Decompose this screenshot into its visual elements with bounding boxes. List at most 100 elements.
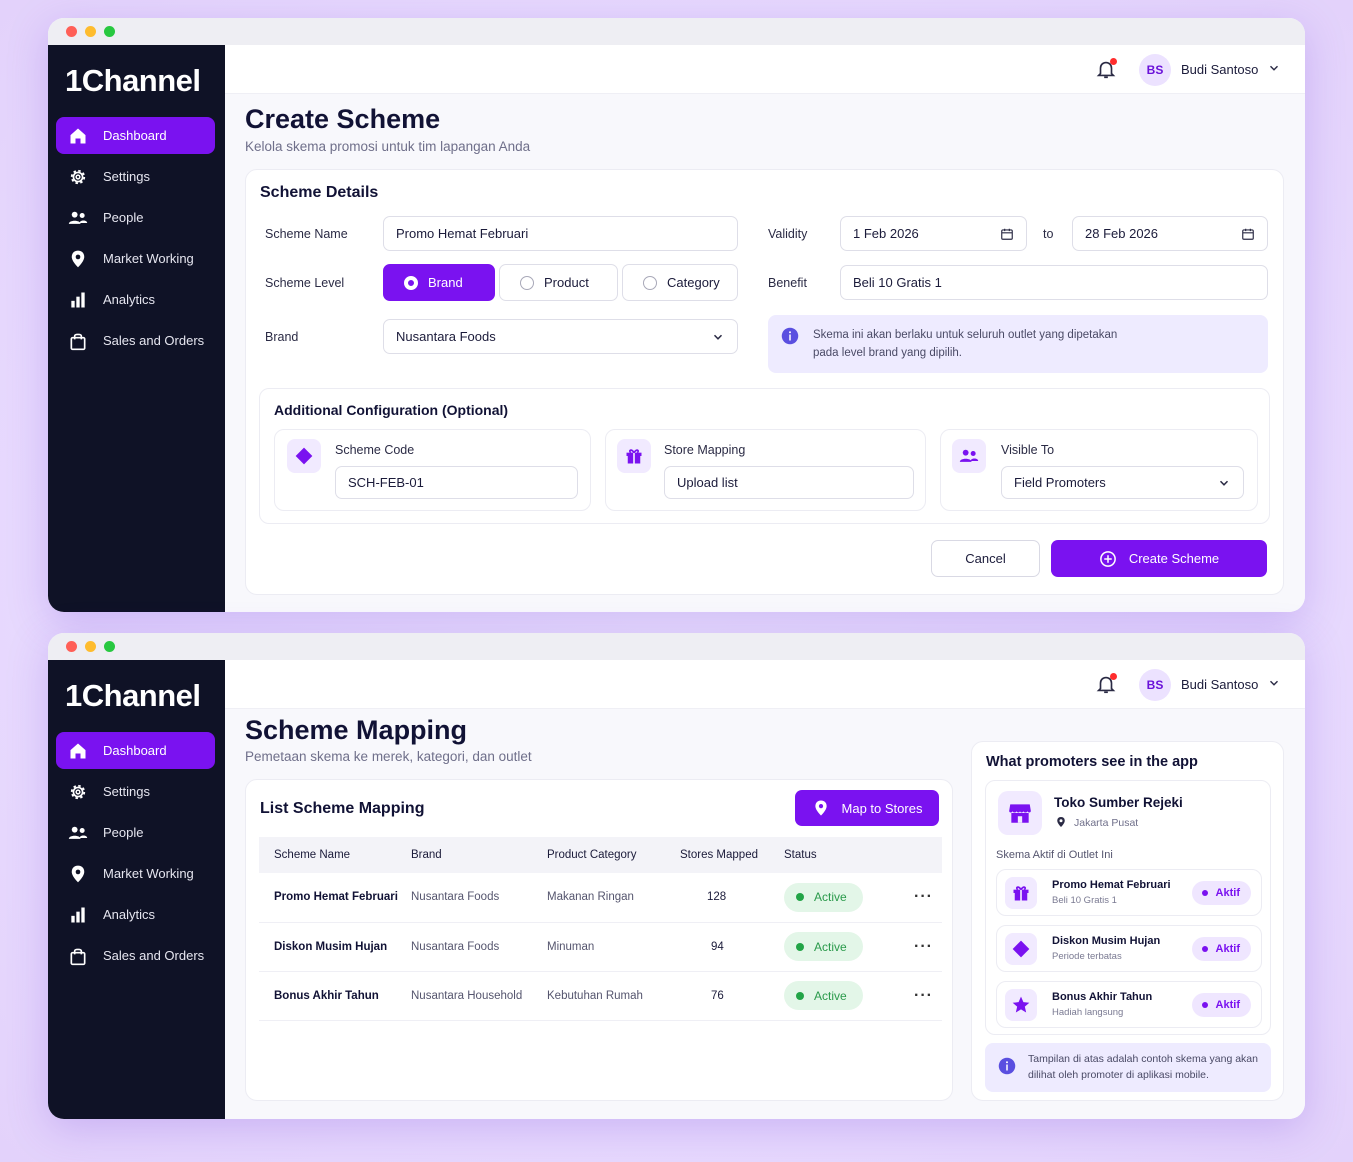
active-schemes-label: Skema Aktif di Outlet Ini [996,849,1113,861]
sidebar-item-people[interactable]: People [56,814,215,851]
cell-brand: Nusantara Foods [411,922,547,972]
user-name[interactable]: Budi Santoso [1181,62,1258,77]
sidebar-item-label: Analytics [103,907,156,922]
column-header-brand[interactable]: Brand [411,837,547,873]
map-to-stores-label: Map to Stores [841,800,923,816]
scheme-code-card: Scheme Code SCH-FEB-01 [274,429,591,511]
scheme-mapping-table: Scheme Name Brand Product Category Store… [259,837,942,1021]
brand-select-value: Nusantara Foods [396,329,496,344]
additional-config-title: Additional Configuration (Optional) [274,402,509,418]
more-options-icon[interactable]: ··· [914,987,933,1004]
notification-button[interactable] [1095,673,1117,695]
chevron-down-icon [1219,480,1229,486]
notification-button[interactable] [1095,58,1117,80]
shopping-bag-icon [70,948,86,965]
level-option-brand[interactable]: Brand [383,264,495,301]
close-window-button[interactable] [66,641,77,652]
sidebar-item-dashboard[interactable]: Dashboard [56,117,215,154]
app-logo: 1Channel [65,678,201,713]
sidebar-item-settings[interactable]: Settings [56,158,215,195]
create-scheme-button[interactable]: Create Scheme [1051,540,1267,577]
bar-chart-icon [71,292,85,307]
map-to-stores-button[interactable]: Map to Stores [795,790,939,826]
table-row[interactable]: Diskon Musim Hujan Nusantara Foods Minum… [259,922,942,972]
people-icon [959,449,979,462]
sidebar-item-market-working[interactable]: Market Working [56,855,215,892]
column-header-product-category[interactable]: Product Category [547,837,680,873]
cell-scheme-name: Diskon Musim Hujan [259,922,411,972]
upload-list-input[interactable]: Upload list [664,466,914,499]
minimize-window-button[interactable] [85,641,96,652]
status-badge: Aktif [1191,993,1251,1017]
cell-brand: Nusantara Household [411,971,547,1021]
minimize-window-button[interactable] [85,26,96,37]
sidebar-item-analytics[interactable]: Analytics [56,896,215,933]
sidebar-nav: Dashboard Settings People Market Working… [56,732,215,978]
brand-select[interactable]: Nusantara Foods [383,319,738,354]
sidebar-item-market-working[interactable]: Market Working [56,240,215,277]
column-header-actions [888,837,942,873]
column-header-stores-mapped[interactable]: Stores Mapped [680,837,784,873]
store-mapping-card: Store Mapping Upload list [605,429,926,511]
validity-end-date[interactable]: 28 Feb 2026 [1072,216,1268,251]
visible-to-card: Visible To Field Promoters [940,429,1258,511]
column-header-scheme-name[interactable]: Scheme Name [259,837,411,873]
more-options-icon[interactable]: ··· [914,938,933,955]
note-text-line-2: dilihat oleh promoter di aplikasi mobile… [1028,1069,1209,1081]
sidebar-item-settings[interactable]: Settings [56,773,215,810]
scheme-name-input[interactable]: Promo Hemat Februari [383,216,738,251]
user-name[interactable]: Budi Santoso [1181,677,1258,692]
close-window-button[interactable] [66,26,77,37]
scheme-item-name: Diskon Musim Hujan [1052,935,1161,947]
chevron-down-icon[interactable] [1267,61,1281,75]
avatar[interactable]: BS [1139,669,1171,701]
scheme-item-subtitle: Beli 10 Gratis 1 [1052,895,1117,906]
location-pin-icon [71,865,85,882]
chevron-down-icon[interactable] [1267,676,1281,690]
sidebar-item-label: Settings [103,784,150,799]
home-icon [70,743,86,758]
list-item[interactable]: Promo Hemat Februari Beli 10 Gratis 1 Ak… [996,869,1262,916]
cancel-button[interactable]: Cancel [931,540,1040,577]
visible-to-select[interactable]: Field Promoters [1001,466,1244,499]
validity-start-date[interactable]: 1 Feb 2026 [840,216,1027,251]
column-header-status[interactable]: Status [784,837,888,873]
avatar[interactable]: BS [1139,54,1171,86]
level-option-category[interactable]: Category [622,264,738,301]
sidebar-item-analytics[interactable]: Analytics [56,281,215,318]
page-title: Create Scheme [245,104,441,134]
sidebar-item-sales-and-orders[interactable]: Sales and Orders [56,322,215,359]
list-item[interactable]: Diskon Musim Hujan Periode terbatas Akti… [996,925,1262,972]
diamond-icon [1012,940,1030,958]
additional-configuration-section: Additional Configuration (Optional) Sche… [259,388,1270,524]
diamond-icon [295,447,313,465]
gift-icon [1013,886,1029,901]
table-row[interactable]: Promo Hemat Februari Nusantara Foods Mak… [259,873,942,923]
benefit-input[interactable]: Beli 10 Gratis 1 [840,265,1268,300]
sidebar-item-dashboard[interactable]: Dashboard [56,732,215,769]
benefit-label: Benefit [768,276,807,290]
sidebar-item-people[interactable]: People [56,199,215,236]
more-options-icon[interactable]: ··· [914,888,933,905]
sidebar-item-label: Dashboard [103,128,167,143]
maximize-window-button[interactable] [104,641,115,652]
list-item[interactable]: Bonus Akhir Tahun Hadiah langsung Aktif [996,981,1262,1028]
maximize-window-button[interactable] [104,26,115,37]
sidebar-item-sales-and-orders[interactable]: Sales and Orders [56,937,215,974]
location-pin-icon [814,800,827,816]
promoter-preview-card: What promoters see in the app Toko Sumbe… [971,741,1284,1101]
radio-selected-icon [404,275,418,290]
scheme-item-subtitle: Periode terbatas [1052,951,1122,962]
sidebar: 1Channel Dashboard Settings People Marke… [48,45,225,612]
store-icon-box [998,791,1042,835]
table-row[interactable]: Bonus Akhir Tahun Nusantara Household Ke… [259,971,942,1021]
page-title: Scheme Mapping [245,715,468,745]
cell-actions: ··· [888,922,942,972]
cell-status: Active [784,971,888,1021]
list-title: List Scheme Mapping [260,800,425,817]
scheme-code-label: Scheme Code [335,443,415,457]
scheme-code-input[interactable]: SCH-FEB-01 [335,466,578,499]
note-text-line-1: Tampilan di atas adalah contoh skema yan… [1028,1053,1258,1065]
level-option-product[interactable]: Product [499,264,618,301]
people-icon [68,211,88,224]
